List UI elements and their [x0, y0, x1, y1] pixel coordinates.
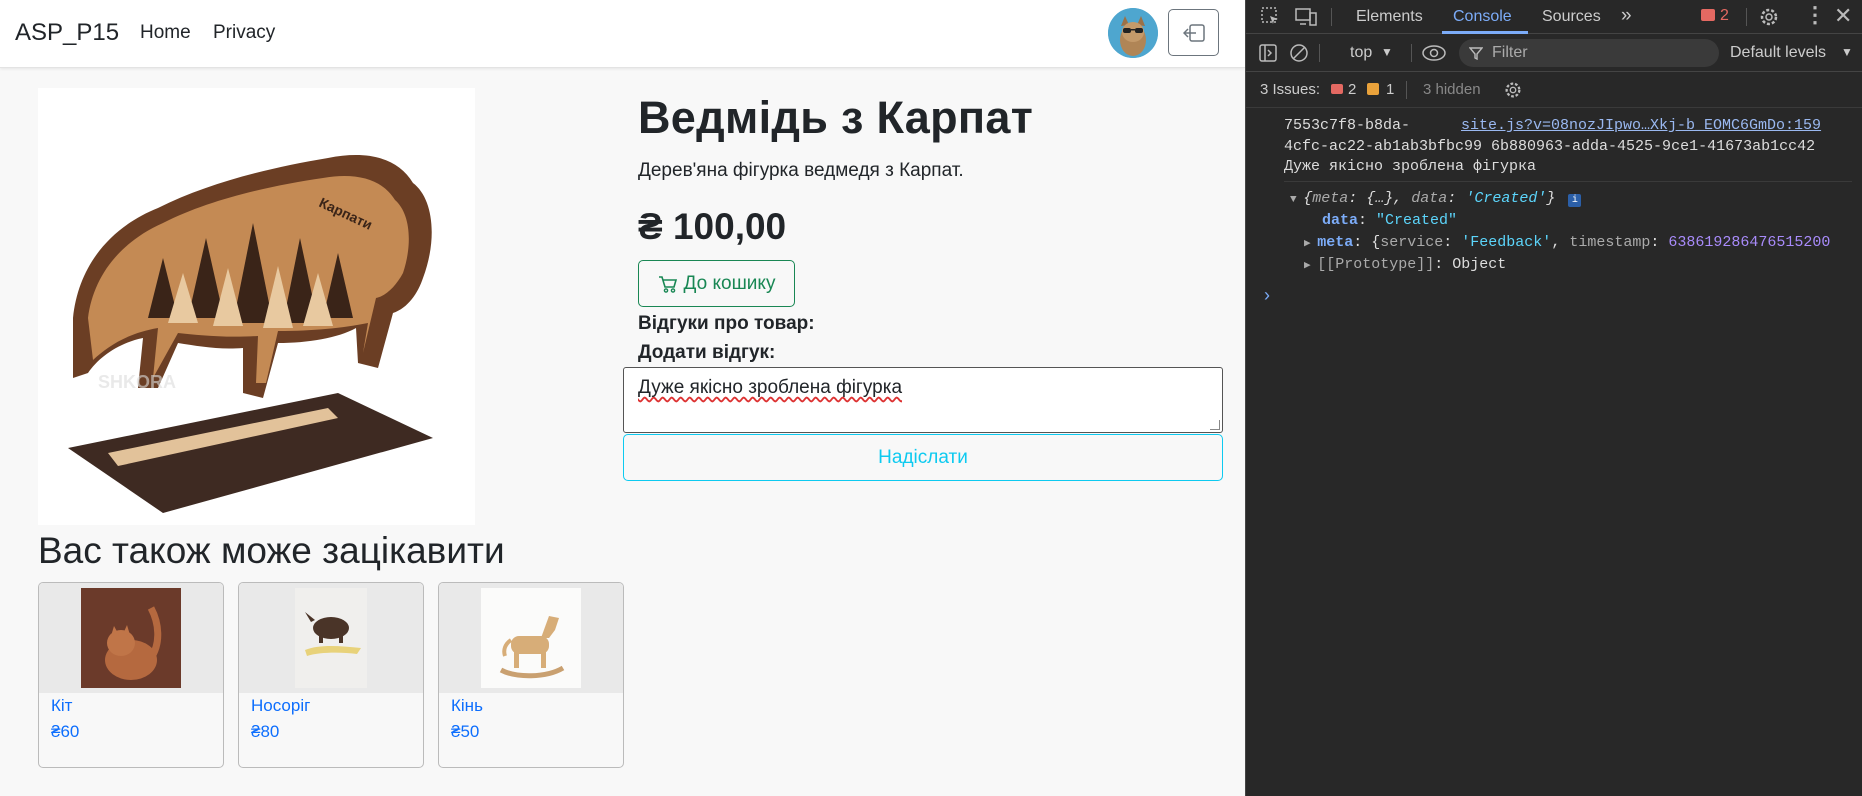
related-card-name[interactable]: Кіт	[51, 696, 72, 716]
filter-icon	[1469, 47, 1483, 60]
filter-input[interactable]: Filter	[1459, 39, 1719, 67]
console-object-meta-prop[interactable]: ▶ meta: {service: 'Feedback', timestamp:…	[1304, 234, 1860, 251]
log-levels-dropdown[interactable]: Default levels	[1730, 44, 1826, 62]
related-card-price: ₴60	[51, 722, 80, 741]
product-image: Карпати SHKORA	[38, 88, 475, 525]
info-icon[interactable]: i	[1568, 194, 1582, 207]
product-title: Ведмідь з Карпат	[638, 92, 1034, 143]
console-toolbar: top ▼ Filter Default levels ▼	[1246, 34, 1862, 72]
watermark-text: SHKORA	[98, 372, 176, 392]
console-log-uuids: 4cfc-ac22-ab1ab3bfbc99 6b880963-adda-452…	[1284, 138, 1816, 155]
expand-triangle-icon: ▶	[1304, 260, 1318, 272]
chevron-down-icon: ▼	[1841, 45, 1853, 59]
context-selector[interactable]: top	[1350, 44, 1372, 62]
console-source-link[interactable]: site.js?v=08nozJIpwo…Xkj-b_EOMC6GmDo:159	[1461, 117, 1821, 134]
issue-warning-icon	[1367, 83, 1379, 95]
reviews-heading: Відгуки про товар:	[638, 313, 815, 334]
console-prompt-icon[interactable]: ›	[1264, 285, 1270, 306]
review-textarea[interactable]: Дуже якісно зроблена фігурка	[623, 367, 1223, 433]
eye-icon[interactable]	[1421, 43, 1447, 63]
error-badge-icon	[1701, 9, 1715, 21]
brand-link[interactable]: ASP_P15	[15, 19, 119, 47]
logout-button[interactable]	[1168, 9, 1219, 56]
console-log-message: Дуже якісно зроблена фігурка	[1284, 158, 1537, 175]
chevron-down-icon: ▼	[1381, 45, 1393, 59]
tab-elements[interactable]: Elements	[1356, 8, 1423, 26]
close-devtools-icon[interactable]: ✕	[1834, 3, 1852, 29]
nav-link-home[interactable]: Home	[140, 22, 191, 44]
cat-avatar-icon	[1108, 8, 1158, 58]
settings-gear-icon[interactable]	[1758, 6, 1780, 28]
related-card-name[interactable]: Кінь	[451, 696, 483, 716]
related-card-name[interactable]: Носоріг	[251, 696, 310, 716]
logout-icon	[1182, 23, 1205, 42]
issues-error-count: 2	[1348, 81, 1357, 98]
error-count[interactable]: 2	[1720, 7, 1729, 25]
related-card[interactable]: Носоріг ₴80	[238, 582, 424, 768]
related-heading: Вас також може зацікавити	[38, 530, 505, 571]
nav-link-privacy[interactable]: Privacy	[213, 22, 275, 44]
add-to-cart-button[interactable]: До кошику	[638, 260, 795, 307]
issues-bar[interactable]: 3 Issues: 2 1 3 hidden	[1246, 72, 1862, 108]
devtools-panel: Elements Console Sources » 2 ⋮ ✕ top ▼ F…	[1245, 0, 1862, 796]
clear-console-icon[interactable]	[1289, 43, 1309, 63]
inspect-element-icon[interactable]	[1260, 6, 1282, 28]
console-object-prototype[interactable]: ▶ [[Prototype]]: Object	[1304, 256, 1506, 273]
console-object-data-prop: data: "Created"	[1322, 212, 1458, 229]
console-object-summary[interactable]: ▼ {meta: {…}, data: 'Created'} i	[1290, 190, 1582, 207]
expand-triangle-icon[interactable]: ▼	[1290, 194, 1303, 206]
navbar: ASP_P15 Home Privacy	[0, 0, 1245, 68]
add-review-heading: Додати відгук:	[638, 342, 776, 363]
issue-error-icon	[1331, 84, 1343, 94]
product-price: ₴ 100,00	[638, 206, 787, 247]
product-description: Дерев'яна фігурка ведмедя з Карпат.	[638, 160, 964, 181]
avatar[interactable]	[1108, 8, 1158, 58]
filter-placeholder: Filter	[1492, 44, 1528, 61]
review-text: Дуже якісно зроблена фігурка	[638, 377, 903, 398]
related-card-price: ₴80	[251, 722, 280, 741]
tab-sources[interactable]: Sources	[1542, 8, 1601, 26]
devtools-toolbar: Elements Console Sources » 2 ⋮ ✕	[1246, 0, 1862, 34]
issues-settings-icon[interactable]	[1503, 80, 1523, 100]
related-card[interactable]: Кінь ₴50	[438, 582, 624, 768]
send-review-button[interactable]: Надіслати	[623, 434, 1223, 481]
horse-figurine-image	[481, 588, 581, 688]
rhino-figurine-image	[295, 588, 367, 688]
related-card[interactable]: Кіт ₴60	[38, 582, 224, 768]
sidebar-toggle-icon[interactable]	[1258, 43, 1278, 63]
resize-handle[interactable]	[1210, 420, 1220, 430]
device-toolbar-icon[interactable]	[1294, 6, 1318, 28]
add-to-cart-label: До кошику	[683, 272, 776, 294]
console-log-uuid-part1: 7553c7f8-b8da-	[1284, 117, 1411, 134]
kebab-menu-icon[interactable]: ⋮	[1804, 2, 1826, 28]
tab-console[interactable]: Console	[1453, 8, 1512, 26]
cat-figurine-image	[81, 588, 181, 688]
issues-warning-count: 1	[1386, 81, 1395, 98]
web-page: ASP_P15 Home Privacy Карпати SHKORA Ведм…	[0, 0, 1245, 796]
issues-hidden: 3 hidden	[1423, 81, 1481, 98]
more-tabs-icon[interactable]: »	[1621, 5, 1632, 27]
related-card-price: ₴50	[451, 722, 480, 741]
expand-triangle-icon: ▶	[1304, 238, 1318, 250]
issues-label: 3 Issues:	[1260, 81, 1321, 98]
cart-icon	[658, 275, 677, 293]
